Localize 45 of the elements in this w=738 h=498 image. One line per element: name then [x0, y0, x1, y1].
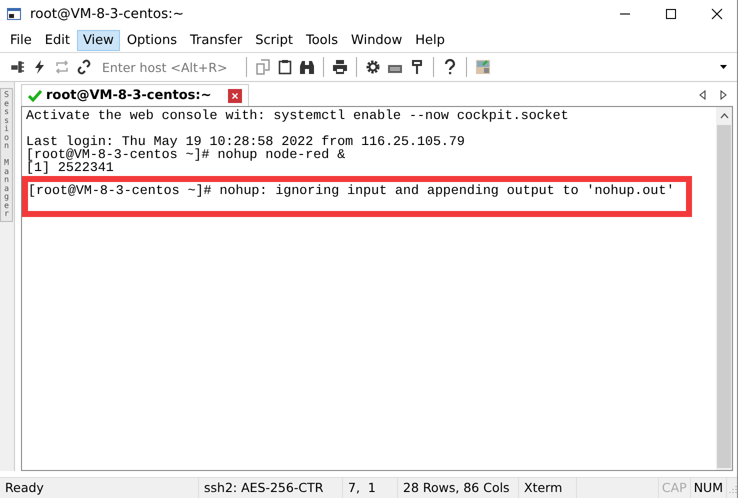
app-icon — [6, 6, 22, 22]
menu-item[interactable]: Help — [409, 30, 451, 50]
tab-scroll-icon[interactable] — [699, 90, 727, 100]
window-title: root@VM-8-3-centos:~ — [30, 6, 184, 22]
link-icon[interactable] — [76, 59, 92, 75]
printer-icon[interactable] — [332, 59, 348, 75]
menu-item[interactable]: Window — [345, 30, 408, 50]
terminal-line: Activate the web console with: systemctl enable --now cockpit.socket — [26, 109, 570, 122]
menu-item[interactable]: Transfer — [184, 30, 248, 50]
terminal-line: [root@VM-8-3-centos ~]# nohup: ignoring input and appending output to 'nohup.out' — [28, 184, 676, 197]
dropdown-icon[interactable] — [720, 65, 727, 69]
copy-icon[interactable] — [255, 59, 271, 75]
key-indicator: NUM — [690, 478, 727, 498]
scroll-up-icon[interactable] — [720, 113, 728, 119]
status-text: Xterm — [519, 478, 577, 498]
session-tab[interactable]: root@VM-8-3-centos:~ — [21, 84, 249, 106]
menu-item[interactable]: Options — [120, 30, 183, 50]
terminal-line: Last login: Thu May 19 10:28:58 2022 from 116.25.105.79 — [26, 135, 466, 148]
clipboard-icon[interactable] — [277, 59, 293, 75]
tab-label: root@VM-8-3-centos:~ — [46, 88, 212, 103]
terminal-line: [root@VM-8-3-centos ~]# nohup node-red & — [26, 148, 346, 161]
help-icon[interactable] — [442, 59, 458, 75]
maximize-icon[interactable] — [665, 8, 677, 20]
resize-grip-icon[interactable] — [727, 483, 737, 493]
menu-item[interactable]: Script — [249, 30, 299, 50]
scrollbar-thumb[interactable] — [717, 125, 731, 468]
menu-item[interactable]: File — [4, 30, 38, 50]
status-text: 7, 1 — [343, 478, 398, 498]
session-manager-tab[interactable]: Session Manager — [0, 88, 13, 222]
settings-icon[interactable] — [365, 59, 381, 75]
binoculars-icon[interactable] — [299, 59, 315, 75]
menu-item[interactable]: Tools — [300, 30, 344, 50]
menu-item[interactable]: View — [76, 30, 120, 50]
scrollbar[interactable] — [716, 107, 732, 470]
close-icon[interactable] — [711, 8, 723, 20]
window-lock-icon[interactable] — [475, 59, 491, 75]
status-text: Ready — [0, 478, 199, 498]
host-field[interactable]: Enter host <Alt+R> — [98, 60, 238, 74]
status-text: 28 Rows, 86 Cols — [398, 478, 519, 498]
close-tab-icon[interactable] — [228, 88, 242, 102]
terminal-line: [1] 2522341 — [26, 161, 114, 174]
menu-item[interactable]: Edit — [38, 30, 76, 50]
status-text: ssh2: AES-256-CTR — [199, 478, 343, 498]
checkmark-icon — [28, 90, 42, 102]
key-indicator: CAP — [658, 478, 691, 498]
